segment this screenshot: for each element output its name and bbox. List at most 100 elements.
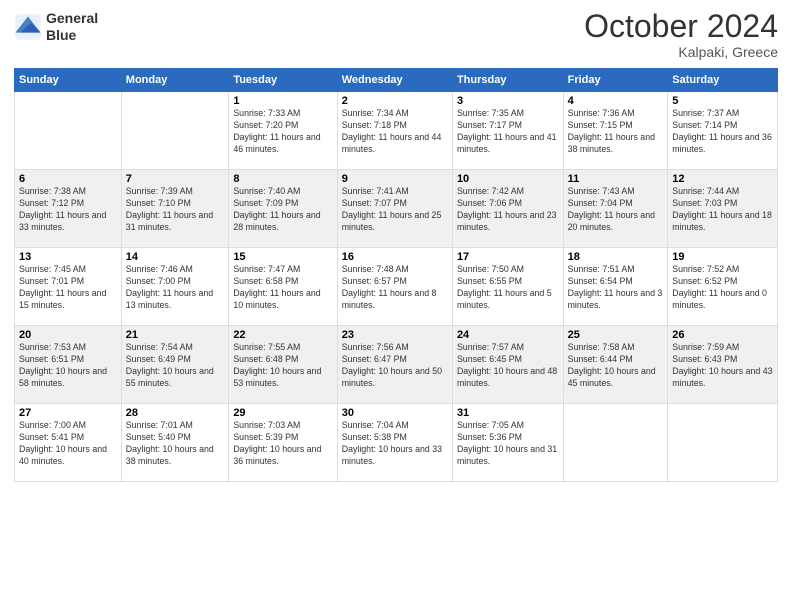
day-number: 21 [126,329,225,341]
day-number: 23 [342,329,448,341]
day-info: Sunrise: 7:47 AM Sunset: 6:58 PM Dayligh… [233,264,332,312]
day-info: Sunrise: 7:39 AM Sunset: 7:10 PM Dayligh… [126,186,225,234]
calendar-cell: 7Sunrise: 7:39 AM Sunset: 7:10 PM Daylig… [121,170,229,248]
day-number: 12 [672,173,773,185]
day-info: Sunrise: 7:48 AM Sunset: 6:57 PM Dayligh… [342,264,448,312]
day-number: 4 [568,95,664,107]
calendar-cell: 27Sunrise: 7:00 AM Sunset: 5:41 PM Dayli… [15,404,122,482]
day-info: Sunrise: 7:40 AM Sunset: 7:09 PM Dayligh… [233,186,332,234]
day-number: 3 [457,95,559,107]
week-row-5: 27Sunrise: 7:00 AM Sunset: 5:41 PM Dayli… [15,404,778,482]
day-number: 17 [457,251,559,263]
day-info: Sunrise: 7:57 AM Sunset: 6:45 PM Dayligh… [457,342,559,390]
day-number: 20 [19,329,117,341]
calendar-cell: 16Sunrise: 7:48 AM Sunset: 6:57 PM Dayli… [337,248,452,326]
calendar-table: SundayMondayTuesdayWednesdayThursdayFrid… [14,68,778,482]
day-info: Sunrise: 7:42 AM Sunset: 7:06 PM Dayligh… [457,186,559,234]
day-info: Sunrise: 7:55 AM Sunset: 6:48 PM Dayligh… [233,342,332,390]
day-number: 9 [342,173,448,185]
weekday-header-wednesday: Wednesday [337,69,452,92]
day-number: 28 [126,407,225,419]
day-number: 16 [342,251,448,263]
calendar-cell [668,404,778,482]
day-number: 5 [672,95,773,107]
day-number: 19 [672,251,773,263]
title-section: October 2024 Kalpaki, Greece [584,10,778,60]
calendar-cell [121,92,229,170]
day-info: Sunrise: 7:53 AM Sunset: 6:51 PM Dayligh… [19,342,117,390]
calendar-cell: 5Sunrise: 7:37 AM Sunset: 7:14 PM Daylig… [668,92,778,170]
weekday-header-thursday: Thursday [452,69,563,92]
week-row-4: 20Sunrise: 7:53 AM Sunset: 6:51 PM Dayli… [15,326,778,404]
calendar-cell: 15Sunrise: 7:47 AM Sunset: 6:58 PM Dayli… [229,248,337,326]
calendar-cell: 28Sunrise: 7:01 AM Sunset: 5:40 PM Dayli… [121,404,229,482]
day-number: 15 [233,251,332,263]
calendar-cell: 14Sunrise: 7:46 AM Sunset: 7:00 PM Dayli… [121,248,229,326]
day-info: Sunrise: 7:38 AM Sunset: 7:12 PM Dayligh… [19,186,117,234]
weekday-header-sunday: Sunday [15,69,122,92]
calendar-cell: 30Sunrise: 7:04 AM Sunset: 5:38 PM Dayli… [337,404,452,482]
calendar-cell: 20Sunrise: 7:53 AM Sunset: 6:51 PM Dayli… [15,326,122,404]
calendar-cell: 4Sunrise: 7:36 AM Sunset: 7:15 PM Daylig… [563,92,668,170]
location: Kalpaki, Greece [584,44,778,60]
weekday-header-friday: Friday [563,69,668,92]
calendar-cell: 24Sunrise: 7:57 AM Sunset: 6:45 PM Dayli… [452,326,563,404]
page-header: General Blue October 2024 Kalpaki, Greec… [14,10,778,60]
week-row-3: 13Sunrise: 7:45 AM Sunset: 7:01 PM Dayli… [15,248,778,326]
weekday-header-row: SundayMondayTuesdayWednesdayThursdayFrid… [15,69,778,92]
weekday-header-tuesday: Tuesday [229,69,337,92]
weekday-header-saturday: Saturday [668,69,778,92]
day-info: Sunrise: 7:00 AM Sunset: 5:41 PM Dayligh… [19,420,117,468]
day-number: 7 [126,173,225,185]
day-number: 6 [19,173,117,185]
day-info: Sunrise: 7:04 AM Sunset: 5:38 PM Dayligh… [342,420,448,468]
day-number: 1 [233,95,332,107]
day-number: 29 [233,407,332,419]
day-number: 14 [126,251,225,263]
day-number: 18 [568,251,664,263]
day-number: 8 [233,173,332,185]
calendar-cell: 22Sunrise: 7:55 AM Sunset: 6:48 PM Dayli… [229,326,337,404]
calendar-cell: 6Sunrise: 7:38 AM Sunset: 7:12 PM Daylig… [15,170,122,248]
calendar-cell [15,92,122,170]
day-info: Sunrise: 7:41 AM Sunset: 7:07 PM Dayligh… [342,186,448,234]
day-info: Sunrise: 7:37 AM Sunset: 7:14 PM Dayligh… [672,108,773,156]
day-number: 27 [19,407,117,419]
calendar-cell: 19Sunrise: 7:52 AM Sunset: 6:52 PM Dayli… [668,248,778,326]
calendar-cell: 12Sunrise: 7:44 AM Sunset: 7:03 PM Dayli… [668,170,778,248]
week-row-1: 1Sunrise: 7:33 AM Sunset: 7:20 PM Daylig… [15,92,778,170]
day-info: Sunrise: 7:35 AM Sunset: 7:17 PM Dayligh… [457,108,559,156]
day-info: Sunrise: 7:05 AM Sunset: 5:36 PM Dayligh… [457,420,559,468]
day-number: 30 [342,407,448,419]
day-info: Sunrise: 7:46 AM Sunset: 7:00 PM Dayligh… [126,264,225,312]
day-info: Sunrise: 7:51 AM Sunset: 6:54 PM Dayligh… [568,264,664,312]
calendar-cell: 8Sunrise: 7:40 AM Sunset: 7:09 PM Daylig… [229,170,337,248]
day-number: 31 [457,407,559,419]
calendar-cell: 1Sunrise: 7:33 AM Sunset: 7:20 PM Daylig… [229,92,337,170]
week-row-2: 6Sunrise: 7:38 AM Sunset: 7:12 PM Daylig… [15,170,778,248]
calendar-cell: 26Sunrise: 7:59 AM Sunset: 6:43 PM Dayli… [668,326,778,404]
day-number: 26 [672,329,773,341]
calendar-cell: 23Sunrise: 7:56 AM Sunset: 6:47 PM Dayli… [337,326,452,404]
day-number: 2 [342,95,448,107]
logo-line1: General [46,10,98,27]
logo: General Blue [14,10,98,44]
calendar-cell: 2Sunrise: 7:34 AM Sunset: 7:18 PM Daylig… [337,92,452,170]
day-info: Sunrise: 7:45 AM Sunset: 7:01 PM Dayligh… [19,264,117,312]
day-info: Sunrise: 7:43 AM Sunset: 7:04 PM Dayligh… [568,186,664,234]
day-number: 10 [457,173,559,185]
calendar-page: General Blue October 2024 Kalpaki, Greec… [0,0,792,612]
logo-text: General Blue [46,10,98,44]
day-info: Sunrise: 7:34 AM Sunset: 7:18 PM Dayligh… [342,108,448,156]
day-info: Sunrise: 7:01 AM Sunset: 5:40 PM Dayligh… [126,420,225,468]
calendar-cell: 18Sunrise: 7:51 AM Sunset: 6:54 PM Dayli… [563,248,668,326]
calendar-cell: 21Sunrise: 7:54 AM Sunset: 6:49 PM Dayli… [121,326,229,404]
calendar-cell: 10Sunrise: 7:42 AM Sunset: 7:06 PM Dayli… [452,170,563,248]
calendar-cell: 17Sunrise: 7:50 AM Sunset: 6:55 PM Dayli… [452,248,563,326]
day-info: Sunrise: 7:44 AM Sunset: 7:03 PM Dayligh… [672,186,773,234]
day-number: 22 [233,329,332,341]
month-title: October 2024 [584,10,778,42]
calendar-cell: 31Sunrise: 7:05 AM Sunset: 5:36 PM Dayli… [452,404,563,482]
day-number: 24 [457,329,559,341]
logo-icon [14,13,42,41]
